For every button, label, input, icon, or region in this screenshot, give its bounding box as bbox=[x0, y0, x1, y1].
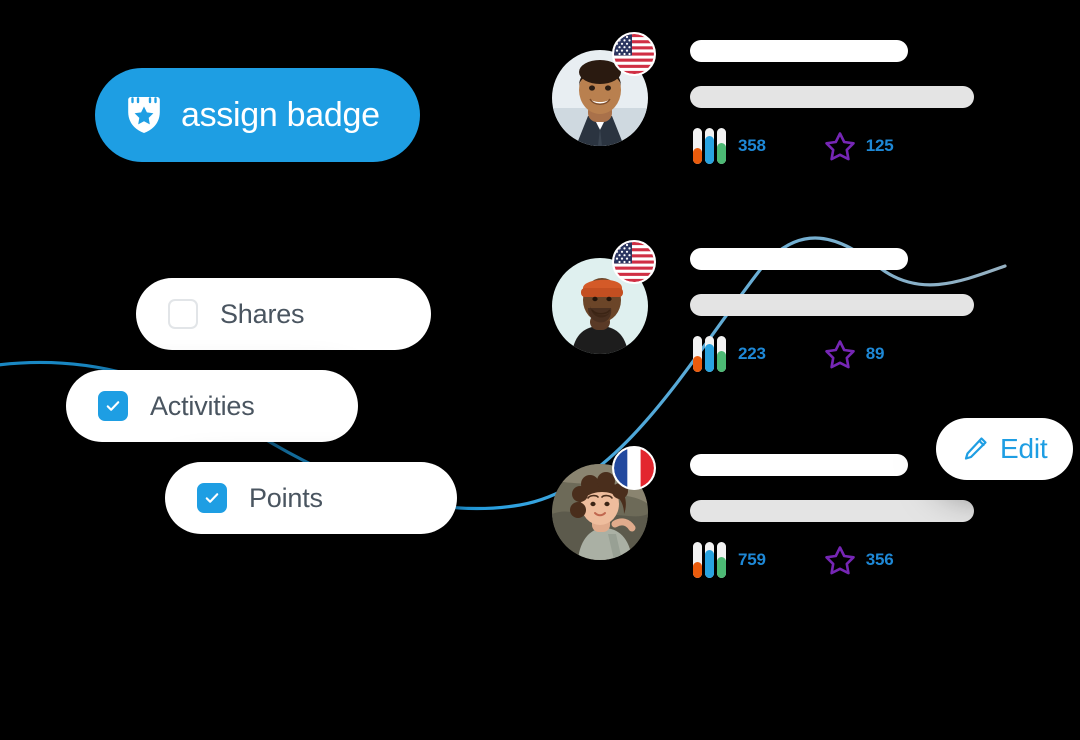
metrics-group: 358 125 bbox=[692, 126, 894, 166]
bar-chart-icon bbox=[692, 334, 728, 374]
avatar[interactable] bbox=[552, 240, 656, 354]
bar-chart-icon bbox=[692, 540, 728, 580]
detail-placeholder-bar bbox=[690, 294, 974, 316]
filter-label-shares: Shares bbox=[220, 298, 305, 329]
fr-flag-icon bbox=[612, 446, 656, 490]
checkbox-checked-icon[interactable] bbox=[197, 483, 227, 513]
metric-value: 358 bbox=[738, 136, 766, 155]
metric-value: 223 bbox=[738, 344, 766, 363]
filter-card-points[interactable]: Points bbox=[165, 462, 457, 534]
name-placeholder-bar bbox=[690, 40, 908, 62]
avatar[interactable] bbox=[552, 446, 656, 560]
pencil-icon bbox=[962, 436, 988, 462]
detail-placeholder-bar bbox=[690, 500, 974, 522]
metric-stars[interactable]: 89 bbox=[824, 338, 885, 370]
filter-label-activities: Activities bbox=[150, 390, 255, 421]
filter-card-activities[interactable]: Activities bbox=[66, 370, 358, 442]
star-icon bbox=[824, 338, 856, 370]
metrics-group: 223 89 bbox=[692, 334, 884, 374]
shield-badge-icon bbox=[127, 96, 161, 134]
user-row: 223 89 bbox=[552, 236, 1052, 396]
edit-button[interactable]: Edit bbox=[936, 418, 1074, 480]
metric-points[interactable]: 223 bbox=[692, 334, 766, 374]
us-flag-icon bbox=[612, 240, 656, 284]
metric-value: 89 bbox=[865, 344, 885, 363]
metric-value: 356 bbox=[865, 550, 894, 569]
illustration-canvas: assign badge Shares Activities Points 35… bbox=[0, 0, 1080, 740]
star-icon bbox=[824, 130, 856, 162]
assign-badge-container: assign badge bbox=[95, 68, 420, 162]
filter-card-shares[interactable]: Shares bbox=[136, 278, 431, 350]
metric-points[interactable]: 759 bbox=[692, 540, 766, 580]
edit-button-container: Edit bbox=[936, 418, 1074, 480]
name-placeholder-bar bbox=[690, 454, 908, 476]
bar-chart-icon bbox=[692, 126, 728, 166]
assign-badge-label: assign badge bbox=[181, 95, 380, 134]
metric-stars[interactable]: 356 bbox=[824, 544, 894, 576]
assign-badge-button[interactable]: assign badge bbox=[95, 68, 420, 162]
detail-placeholder-bar bbox=[690, 86, 974, 108]
checkbox-checked-icon[interactable] bbox=[98, 391, 128, 421]
us-flag-icon bbox=[612, 32, 656, 76]
name-placeholder-bar bbox=[690, 248, 908, 270]
checkbox-icon[interactable] bbox=[168, 299, 198, 329]
edit-label: Edit bbox=[1000, 433, 1048, 464]
metric-points[interactable]: 358 bbox=[692, 126, 766, 166]
metrics-group: 759 356 bbox=[692, 540, 894, 580]
star-icon bbox=[824, 544, 856, 576]
metric-stars[interactable]: 125 bbox=[824, 130, 894, 162]
filter-label-points: Points bbox=[249, 482, 323, 513]
user-row: 358 125 bbox=[552, 28, 1052, 188]
metric-value: 125 bbox=[865, 136, 894, 155]
avatar[interactable] bbox=[552, 32, 656, 146]
metric-value: 759 bbox=[738, 550, 766, 569]
